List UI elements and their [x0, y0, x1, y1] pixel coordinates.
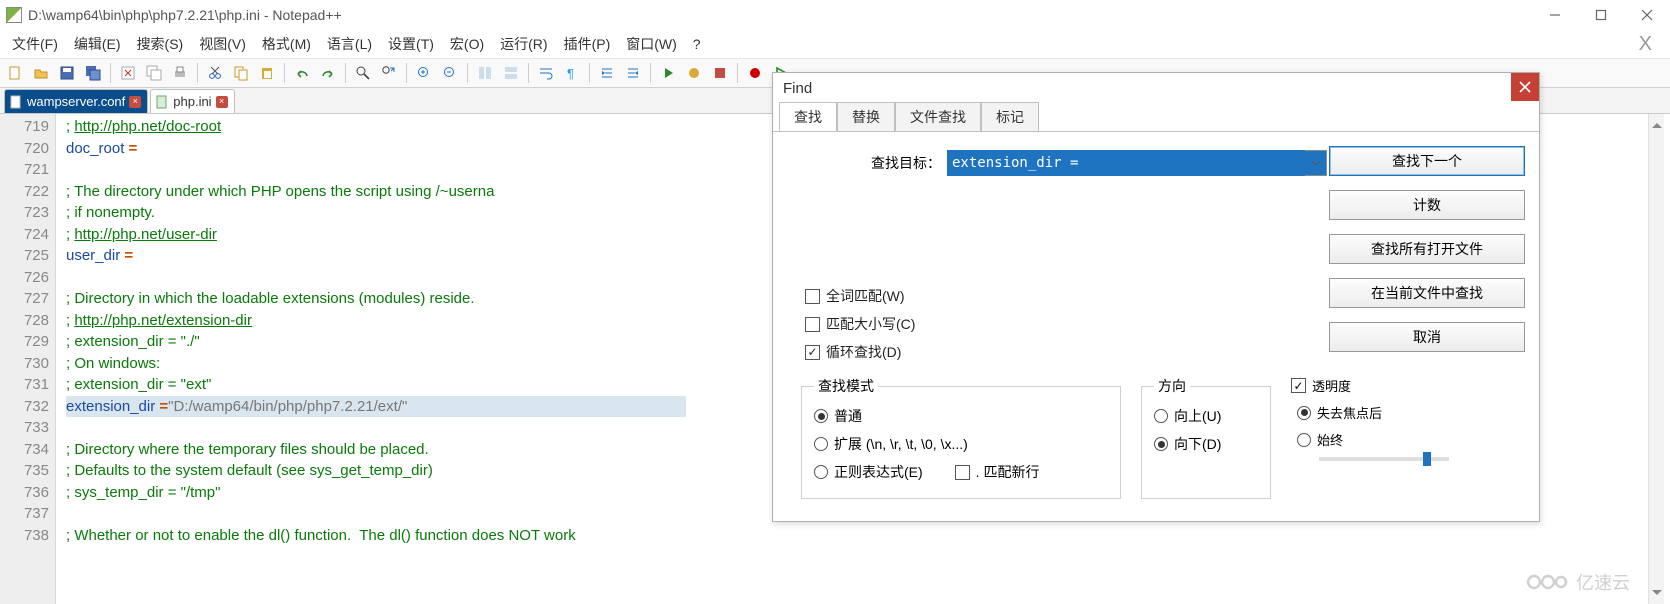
- file-icon: [155, 95, 169, 109]
- find-tab-find[interactable]: 查找: [779, 102, 837, 132]
- menu-edit[interactable]: 编辑(E): [66, 32, 129, 56]
- cut-icon[interactable]: [204, 62, 226, 84]
- menu-macro[interactable]: 宏(O): [442, 32, 492, 56]
- mode-extended[interactable]: 扩展 (\n, \r, \t, \0, \x...): [814, 434, 1108, 454]
- paste-icon[interactable]: [256, 62, 278, 84]
- chk-transparency[interactable]: ✓透明度: [1291, 376, 1481, 395]
- record-icon[interactable]: [744, 62, 766, 84]
- file-icon: [9, 95, 23, 109]
- menu-language[interactable]: 语言(L): [319, 32, 380, 56]
- direction-group: 方向 向上(U) 向下(D): [1141, 376, 1271, 499]
- window-title: D:\wamp64\bin\php\php7.2.21\php.ini - No…: [28, 7, 342, 23]
- cancel-button[interactable]: 取消: [1329, 322, 1525, 352]
- dir-up[interactable]: 向上(U): [1154, 406, 1258, 426]
- save-all-icon[interactable]: [82, 62, 104, 84]
- find-dialog: Find 查找 替换 文件查找 标记 查找目标： 查找下一个 计数 查找所有打开…: [772, 72, 1540, 522]
- close-tabs-icon[interactable]: X: [1631, 31, 1660, 58]
- find-close-button[interactable]: [1511, 73, 1539, 101]
- zoom-out-icon[interactable]: [439, 62, 461, 84]
- find-input[interactable]: [947, 150, 1327, 176]
- tab-close-icon[interactable]: ×: [129, 96, 141, 108]
- find-tabs: 查找 替换 文件查找 标记: [773, 103, 1539, 131]
- wrap-icon[interactable]: [535, 62, 557, 84]
- transparency-slider[interactable]: [1319, 457, 1449, 461]
- indent-icon[interactable]: [596, 62, 618, 84]
- zoom-in-icon[interactable]: [413, 62, 435, 84]
- mode-normal[interactable]: 普通: [814, 406, 1108, 426]
- menu-file[interactable]: 文件(F): [4, 32, 66, 56]
- find-all-open-button[interactable]: 查找所有打开文件: [1329, 234, 1525, 264]
- direction-legend: 方向: [1154, 376, 1190, 396]
- show-symbol-icon[interactable]: ¶: [561, 62, 583, 84]
- undo-icon[interactable]: [291, 62, 313, 84]
- menu-settings[interactable]: 设置(T): [380, 32, 442, 56]
- find-title: Find: [773, 73, 1539, 103]
- find-history-dropdown[interactable]: [1305, 150, 1327, 176]
- redo-icon[interactable]: [317, 62, 339, 84]
- trans-focus[interactable]: 失去焦点后: [1297, 403, 1481, 422]
- app-icon: [6, 7, 22, 23]
- copy-icon[interactable]: [230, 62, 252, 84]
- menu-run[interactable]: 运行(R): [492, 32, 555, 56]
- sync-h-icon[interactable]: [500, 62, 522, 84]
- new-file-icon[interactable]: [4, 62, 26, 84]
- replace-icon[interactable]: [378, 62, 400, 84]
- menu-view[interactable]: 视图(V): [191, 32, 254, 56]
- search-mode-legend: 查找模式: [814, 376, 878, 396]
- count-button[interactable]: 计数: [1329, 190, 1525, 220]
- menu-format[interactable]: 格式(M): [254, 32, 319, 56]
- find-tab-replace[interactable]: 替换: [837, 102, 895, 131]
- chk-newline[interactable]: . 匹配新行: [955, 462, 1040, 482]
- menu-search[interactable]: 搜索(S): [129, 32, 192, 56]
- save-icon[interactable]: [56, 62, 78, 84]
- find-tab-mark[interactable]: 标记: [981, 102, 1039, 131]
- tab-phpini[interactable]: php.ini ×: [150, 89, 234, 113]
- minimize-button[interactable]: [1532, 1, 1578, 29]
- menu-window[interactable]: 窗口(W): [618, 32, 685, 56]
- tab-label: php.ini: [173, 94, 211, 109]
- close-file-icon[interactable]: [117, 62, 139, 84]
- menu-help[interactable]: ?: [685, 34, 709, 54]
- close-all-icon[interactable]: [143, 62, 165, 84]
- find-current-button[interactable]: 在当前文件中查找: [1329, 278, 1525, 308]
- open-file-icon[interactable]: [30, 62, 52, 84]
- close-button[interactable]: [1624, 1, 1670, 29]
- svg-text:¶: ¶: [567, 66, 574, 81]
- macro-play-icon[interactable]: [657, 62, 679, 84]
- search-mode-group: 查找模式 普通 扩展 (\n, \r, \t, \0, \x...) 正则表达式…: [801, 376, 1121, 499]
- titlebar: D:\wamp64\bin\php\php7.2.21\php.ini - No…: [0, 0, 1670, 30]
- mode-regex[interactable]: 正则表达式(E) . 匹配新行: [814, 462, 1108, 482]
- line-gutter: 7197207217227237247257267277287297307317…: [0, 114, 56, 604]
- find-next-button[interactable]: 查找下一个: [1329, 146, 1525, 176]
- macro-stop-icon[interactable]: [709, 62, 731, 84]
- menu-plugins[interactable]: 插件(P): [556, 32, 619, 56]
- trans-always[interactable]: 始终: [1297, 430, 1481, 449]
- tab-close-icon[interactable]: ×: [216, 96, 228, 108]
- maximize-button[interactable]: [1578, 1, 1624, 29]
- tab-wampserver[interactable]: wampserver.conf ×: [4, 89, 148, 113]
- vertical-scrollbar[interactable]: [1648, 114, 1664, 604]
- tab-label: wampserver.conf: [27, 94, 125, 109]
- find-icon[interactable]: [352, 62, 374, 84]
- sync-v-icon[interactable]: [474, 62, 496, 84]
- print-icon[interactable]: [169, 62, 191, 84]
- menubar: 文件(F) 编辑(E) 搜索(S) 视图(V) 格式(M) 语言(L) 设置(T…: [0, 30, 1670, 58]
- find-target-label: 查找目标：: [787, 153, 947, 173]
- outdent-icon[interactable]: [622, 62, 644, 84]
- find-tab-files[interactable]: 文件查找: [895, 102, 981, 131]
- dir-down[interactable]: 向下(D): [1154, 434, 1258, 454]
- macro-pause-icon[interactable]: [683, 62, 705, 84]
